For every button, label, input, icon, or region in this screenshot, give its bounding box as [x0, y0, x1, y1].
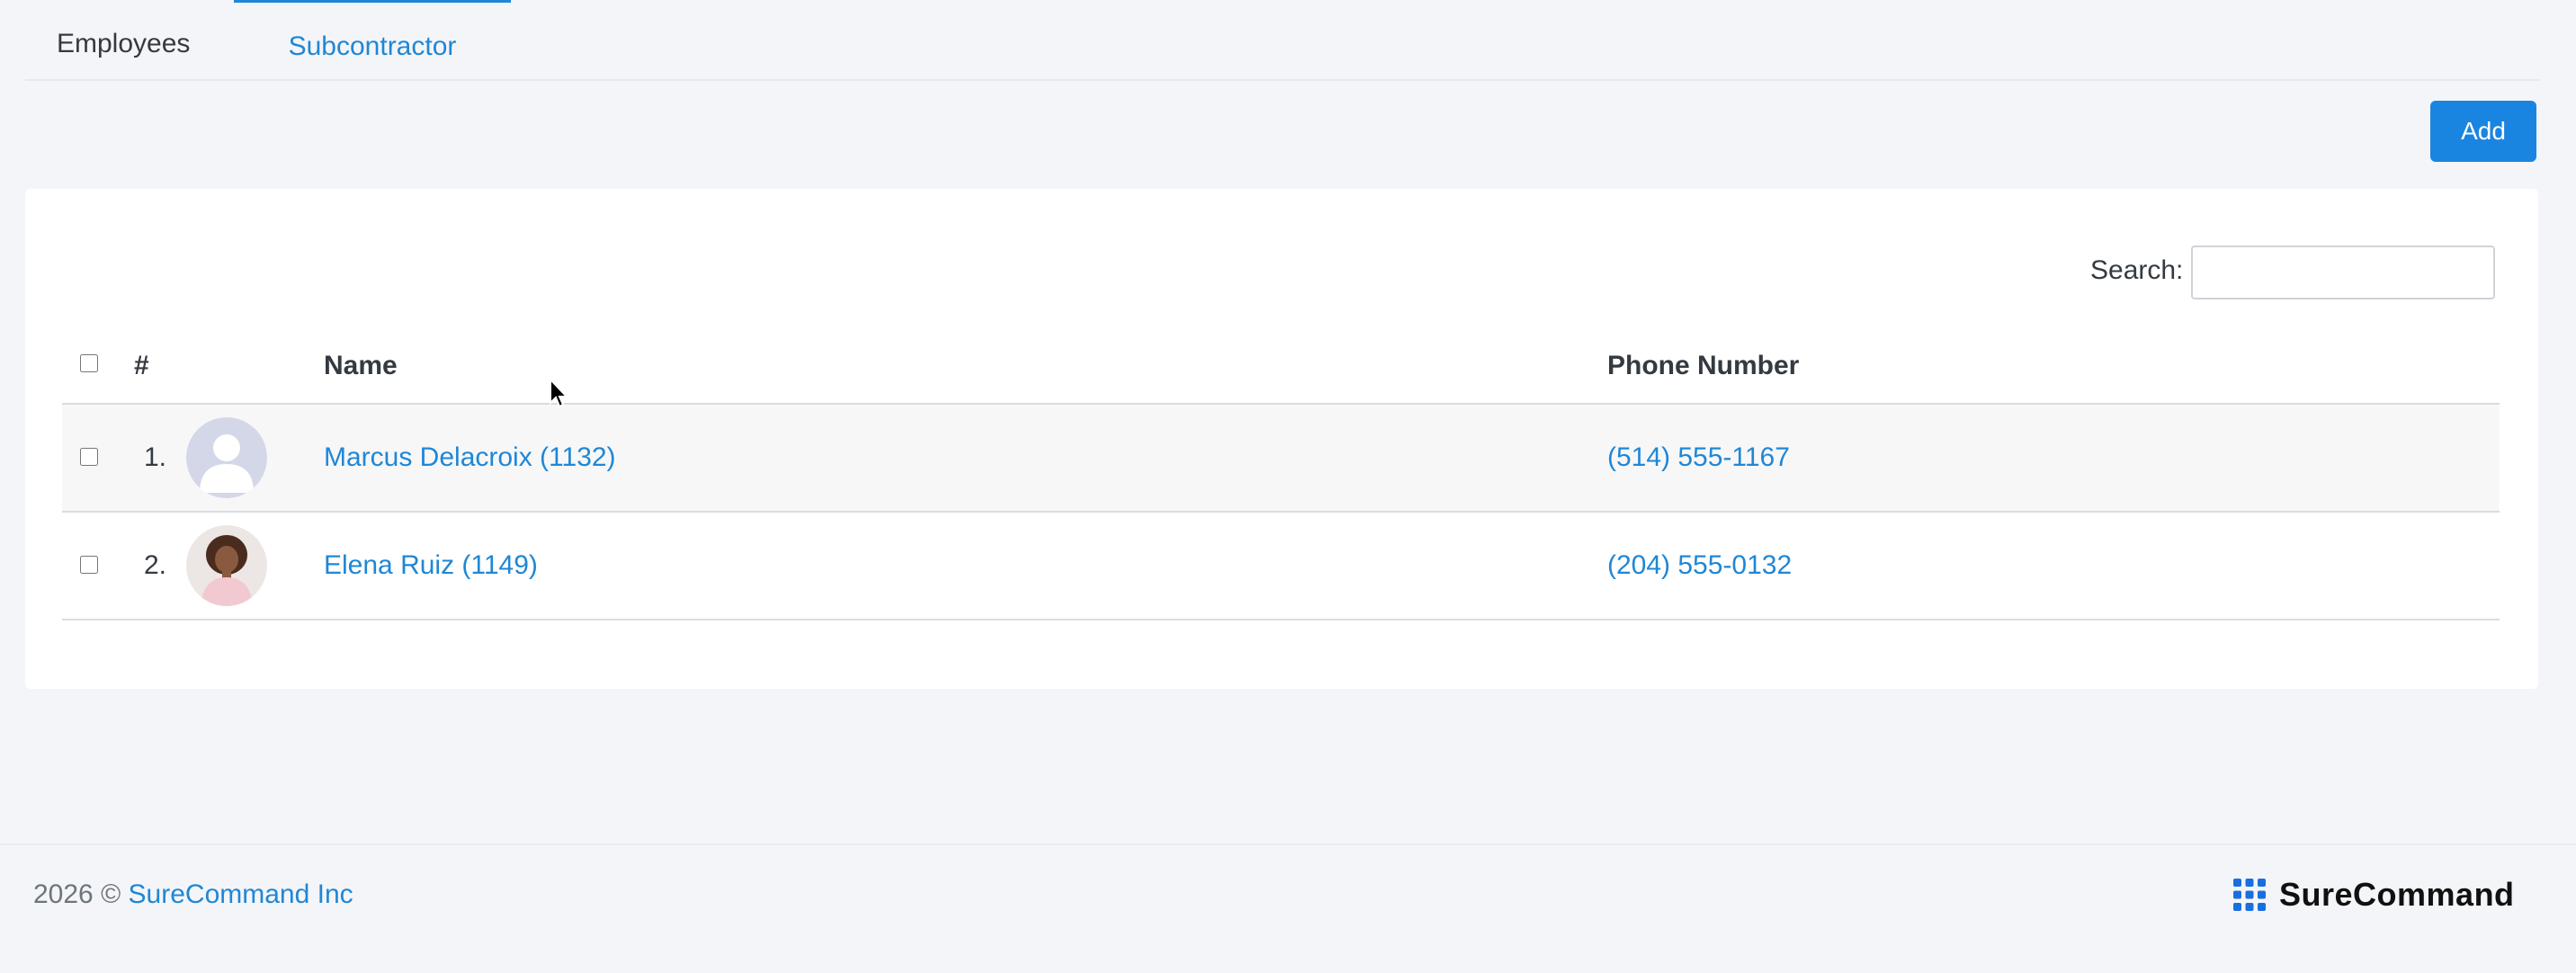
employee-name-link[interactable]: Elena Ruiz (1149)	[324, 550, 538, 581]
employee-name-link[interactable]: Marcus Delacroix (1132)	[324, 442, 616, 473]
row-checkbox[interactable]	[80, 448, 98, 466]
column-header-number: #	[134, 351, 149, 380]
phone-link[interactable]: (204) 555-0132	[1607, 550, 1792, 581]
copyright-symbol: ©	[101, 879, 121, 909]
row-checkbox[interactable]	[80, 556, 98, 574]
phone-link[interactable]: (514) 555-1167	[1607, 442, 1790, 473]
row-number: 1.	[143, 442, 166, 472]
tab-bar: Employees Subcontractor	[25, 0, 2540, 81]
table-row: 1. Marcus Delacroix (1132) (514) 555-116…	[62, 405, 2500, 513]
column-header-phone[interactable]: Phone Number	[1607, 351, 1799, 381]
table-row: 2. Elena Ruiz (1149) (204) 555-0132	[62, 513, 2500, 620]
copyright-year: 2026	[33, 879, 94, 909]
column-header-name[interactable]: Name	[324, 351, 398, 381]
tab-employees[interactable]: Employees	[57, 0, 190, 79]
search-label: Search:	[2090, 255, 2184, 285]
select-all-checkbox[interactable]	[80, 354, 98, 372]
row-number: 2.	[143, 550, 166, 580]
brand-name: SureCommand	[2279, 876, 2515, 913]
company-link[interactable]: SureCommand Inc	[129, 879, 353, 909]
search-input[interactable]	[2191, 245, 2495, 299]
copyright-text: 2026 © SureCommand Inc	[33, 879, 353, 910]
subcontractor-table-card: Search: # Name Phone Number 1. Marcus De…	[25, 189, 2538, 689]
subcontractor-table: # Name Phone Number 1. Marcus Delacroix …	[62, 324, 2500, 620]
user-photo-avatar	[186, 525, 267, 606]
footer: 2026 © SureCommand Inc SureCommand	[0, 844, 2576, 973]
add-button[interactable]: Add	[2430, 101, 2536, 162]
mouse-cursor-icon	[550, 378, 569, 408]
tab-subcontractor[interactable]: Subcontractor	[234, 0, 511, 82]
default-user-avatar	[186, 417, 267, 498]
grid-dots-icon	[2233, 879, 2266, 911]
table-header-row: # Name Phone Number	[62, 324, 2500, 405]
